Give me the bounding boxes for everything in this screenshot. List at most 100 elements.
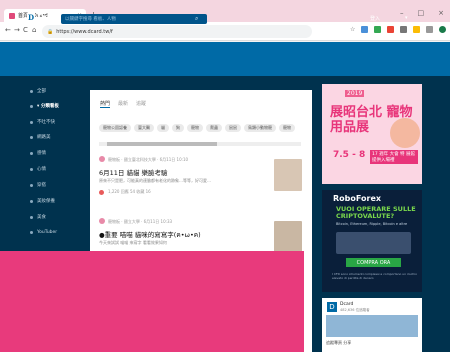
sidebar-item[interactable]: 美食 <box>30 214 46 220</box>
dcard-favicon-icon <box>9 12 15 19</box>
sidebar-item-label: 全部 <box>37 89 46 94</box>
feed-tabs: 熱門 最新 追蹤 <box>100 100 146 108</box>
sidebar-item-label: 美妝保養 <box>37 199 55 204</box>
sidebar-item[interactable]: 穿搭 <box>30 182 46 188</box>
author-avatar <box>99 218 105 224</box>
url-text: https://www.dcard.tw/f <box>56 28 113 35</box>
sidebar-item-label: 不吐不快 <box>37 120 55 125</box>
post-meta: 寵物板 · 國立大學 · 6月11日 10:33 <box>108 219 173 224</box>
browser-toolbar: ← → C ⌂ 🔒 https://www.dcard.tw/f ☆ ⋮ <box>0 22 450 41</box>
extension-icon[interactable] <box>400 26 408 33</box>
sidebar-item-label: 穿搭 <box>37 183 46 188</box>
forward-button[interactable]: → <box>14 26 20 34</box>
tab-popular[interactable]: 熱門 <box>100 100 111 108</box>
post-title[interactable]: 6月11日 貓貓 樂臉考驗 <box>99 167 168 177</box>
post-meta: 寵物板 · 國立臺北科技大學 · 6月11日 10:10 <box>108 157 189 162</box>
topic-chip[interactable]: 爬蟲 <box>206 124 222 132</box>
ad-subtitle: Bitcoin, Ethereum, Ripple, Bitcoin e alt… <box>336 222 408 226</box>
ad-year: 2019 <box>345 90 365 97</box>
sidebar-item-label: ▾ 分類看板 <box>37 104 59 109</box>
back-button[interactable]: ← <box>5 26 11 34</box>
author-avatar <box>99 156 105 162</box>
ad-note: 17 週年 大會 特 展館 提供入場禮 <box>370 150 418 164</box>
post-thumbnail <box>274 221 302 253</box>
bullet-icon <box>30 135 33 139</box>
ad-coins-image <box>336 232 411 254</box>
page-name[interactable]: Dcard <box>340 302 353 307</box>
chips-scrollbar[interactable] <box>99 142 301 146</box>
logo-icon: D <box>27 12 35 22</box>
site-header <box>0 42 450 76</box>
overlay-block <box>0 251 304 352</box>
bullet-icon <box>30 151 33 155</box>
extension-icon[interactable] <box>426 26 434 33</box>
post-reactions: 1,220 回應 54 收藏 16 <box>99 189 151 195</box>
sidebar-item[interactable]: YouTuber <box>30 230 57 235</box>
bullet-icon <box>30 215 33 219</box>
ad-date: 7.5 - 8 <box>333 150 366 160</box>
reload-button[interactable]: C <box>23 26 28 34</box>
profile-avatar[interactable] <box>439 26 447 33</box>
sidebar-item-label: 感情 <box>37 151 46 156</box>
bullet-icon <box>30 231 33 234</box>
search-input[interactable]: 以關鍵字搜尋 看板、人物 <box>61 14 207 24</box>
ad-title: 展昭台北 寵物用品展 <box>330 105 413 135</box>
post-thumbnail <box>274 159 302 191</box>
bullet-icon <box>30 104 33 108</box>
buy-now-button[interactable]: COMPRA ORA <box>346 258 401 267</box>
sidebar-item[interactable]: ▾ 分類看板 <box>30 103 59 109</box>
topic-chip[interactable]: 鳥類小動物寵 <box>244 124 276 132</box>
ad-headline: VUOI OPERARE SULLE CRIPTOVALUTE? <box>336 205 416 220</box>
heart-icon <box>99 189 104 195</box>
extension-icon[interactable] <box>361 26 369 33</box>
page-actions[interactable]: 追蹤專頁 分享 <box>326 340 351 346</box>
post-item[interactable]: 寵物板 · 國立臺北科技大學 · 6月11日 10:10 6月11日 貓貓 樂臉… <box>99 156 304 206</box>
close-window-button[interactable]: × <box>438 9 444 17</box>
extension-icon[interactable] <box>374 26 382 33</box>
scrollbar-thumb[interactable] <box>107 142 217 146</box>
topic-chip[interactable]: 狗 <box>172 124 184 132</box>
extension-icon[interactable] <box>387 26 395 33</box>
minimize-button[interactable]: – <box>400 9 404 17</box>
sidebar-item-label: 網路美 <box>37 135 51 140</box>
dcard-logo[interactable]: D Dcard <box>27 12 64 22</box>
topic-chip[interactable]: 寵物公園認養 <box>99 124 131 132</box>
post-excerpt: 今天來試試 喵喵 來寫字 看看效果如何 <box>99 240 167 245</box>
topic-chips: 寵物公園認養 臺大醫貓狗寵物 爬蟲 鼠鼠 鳥類小動物寵 寵物 <box>99 124 295 132</box>
sidebar-item-label: YouTuber <box>37 230 58 235</box>
search-icon[interactable]: ⌕ <box>195 15 198 23</box>
sidebar-item-label: 心情 <box>37 167 46 172</box>
bullet-icon <box>30 89 33 93</box>
sidebar-item[interactable]: 心情 <box>30 166 46 172</box>
chevron-down-icon[interactable]: ▾ <box>405 15 408 21</box>
tab-latest[interactable]: 最新 <box>118 100 128 108</box>
topic-chip[interactable]: 寵物 <box>187 124 203 132</box>
bullet-icon <box>30 199 33 203</box>
post-title[interactable]: ●重要 喵喵 貓咪的寫寫字(ฅ•ω•ฅ) <box>99 229 201 240</box>
sidebar-item[interactable]: 不吐不快 <box>30 119 55 125</box>
home-button[interactable]: ⌂ <box>32 26 36 34</box>
sidebar-item[interactable]: 感情 <box>30 150 46 156</box>
bullet-icon <box>30 183 33 187</box>
dcard-page-avatar: D <box>327 302 337 312</box>
extension-icons: ☆ ⋮ <box>350 26 450 33</box>
extension-icon[interactable] <box>413 26 421 33</box>
sidebar-item[interactable]: 網路美 <box>30 134 51 140</box>
tab-following[interactable]: 追蹤 <box>136 100 146 108</box>
ad-disclaimer: I CFD sono strumenti complessi e comport… <box>332 272 417 280</box>
bullet-icon <box>30 167 33 171</box>
topic-chip[interactable]: 寵物 <box>279 124 295 132</box>
topic-chip[interactable]: 臺大醫 <box>134 124 154 132</box>
login-button[interactable]: 登入 <box>370 15 380 22</box>
page-cover-image <box>326 315 418 337</box>
star-icon[interactable]: ☆ <box>350 26 355 33</box>
topic-chip[interactable]: 貓 <box>157 124 169 132</box>
maximize-button[interactable]: □ <box>418 9 425 17</box>
post-excerpt: 原來不只是肥，可能真的連臉都有老化的跡象…等等，好可愛… <box>99 178 211 183</box>
sidebar-item[interactable]: 美妝保養 <box>30 198 55 204</box>
topic-chip[interactable]: 鼠鼠 <box>225 124 241 132</box>
bullet-icon <box>30 120 33 124</box>
sidebar-item-label: 美食 <box>37 215 46 220</box>
address-bar[interactable]: 🔒 https://www.dcard.tw/f <box>42 25 312 38</box>
sidebar-item[interactable]: 全部 <box>30 88 46 94</box>
